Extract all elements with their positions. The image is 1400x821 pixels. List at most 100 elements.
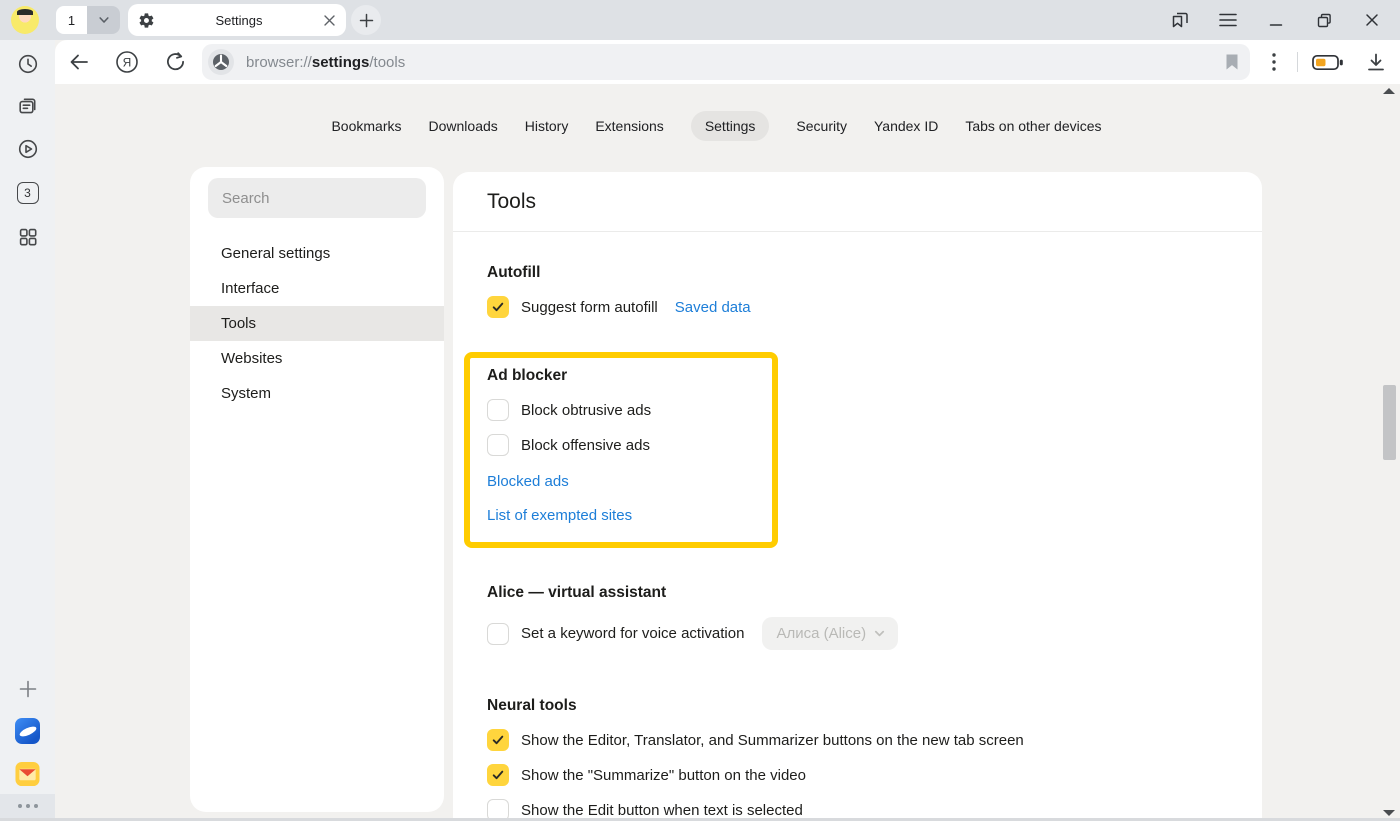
clock-icon <box>16 52 40 76</box>
block-offensive-label: Block offensive ads <box>521 437 650 454</box>
alice-heading: Alice — virtual assistant <box>487 583 1228 603</box>
profile-avatar[interactable] <box>11 6 39 34</box>
disk-app-icon <box>15 718 40 744</box>
neural-tools-heading: Neural tools <box>487 696 1228 716</box>
check-icon <box>490 732 506 748</box>
yandex-mail-app-button[interactable] <box>15 761 40 786</box>
maximize-button[interactable] <box>1300 0 1348 40</box>
navigation-toolbar: Я browser://settings/tools <box>55 40 1400 84</box>
svg-text:Я: Я <box>123 55 132 69</box>
menu-button[interactable] <box>1204 0 1252 40</box>
tabs-button[interactable]: 3 <box>15 180 40 205</box>
downloads-button[interactable] <box>1363 49 1389 75</box>
gear-icon <box>138 12 155 29</box>
plus-icon <box>17 678 39 700</box>
nav-tab-bookmarks[interactable]: Bookmarks <box>331 111 401 141</box>
video-button[interactable] <box>15 136 40 161</box>
nav-tab-downloads[interactable]: Downloads <box>429 111 498 141</box>
suggest-autofill-checkbox[interactable] <box>487 296 509 318</box>
download-icon <box>1366 52 1386 72</box>
url-text: browser://settings/tools <box>246 54 1224 71</box>
menu-item-tools[interactable]: Tools <box>190 306 444 341</box>
menu-item-websites[interactable]: Websites <box>190 341 444 376</box>
browser-tab[interactable]: Settings <box>128 4 346 36</box>
settings-menu-list: General settings Interface Tools Website… <box>190 236 444 411</box>
voice-keyword-label: Set a keyword for voice activation <box>521 625 744 642</box>
settings-menu-panel: General settings Interface Tools Website… <box>190 167 444 812</box>
feed-pages-icon <box>16 94 40 118</box>
yandex-search-button[interactable]: Я <box>115 50 139 74</box>
ad-blocker-heading: Ad blocker <box>487 366 756 386</box>
apps-grid-button[interactable] <box>15 224 40 249</box>
history-button[interactable] <box>15 51 40 76</box>
reload-button[interactable] <box>163 50 187 74</box>
scroll-down-arrow[interactable] <box>1383 810 1395 816</box>
add-panel-button[interactable] <box>15 676 40 701</box>
kebab-icon <box>1272 53 1276 71</box>
yandex-disk-app-button[interactable] <box>15 718 40 743</box>
back-arrow-icon <box>68 52 90 72</box>
browser-window: 1 Settings <box>0 0 1400 821</box>
nav-tab-yandex-id[interactable]: Yandex ID <box>874 111 938 141</box>
nav-tab-history[interactable]: History <box>525 111 569 141</box>
close-button[interactable] <box>1348 0 1396 40</box>
minimize-icon <box>1269 13 1283 27</box>
menu-item-system[interactable]: System <box>190 376 444 411</box>
plus-icon <box>359 13 374 28</box>
new-tab-button[interactable] <box>351 5 381 35</box>
blocked-ads-link[interactable]: Blocked ads <box>487 473 756 490</box>
tab-counter-button[interactable]: 1 <box>56 6 87 34</box>
nav-tab-extensions[interactable]: Extensions <box>595 111 663 141</box>
restore-icon <box>1317 13 1332 28</box>
settings-content-card: Tools Autofill Suggest form autofill Sav… <box>453 172 1262 821</box>
edit-button-label: Show the Edit button when text is select… <box>521 802 803 819</box>
nav-tab-other-devices[interactable]: Tabs on other devices <box>965 111 1101 141</box>
rail-more-button[interactable] <box>0 794 55 818</box>
editor-buttons-label: Show the Editor, Translator, and Summari… <box>521 732 1024 749</box>
editor-buttons-checkbox[interactable] <box>487 729 509 751</box>
keyword-dropdown[interactable]: Алиса (Alice) <box>762 617 898 650</box>
more-actions-button[interactable] <box>1262 50 1286 74</box>
yandex-ya-icon: Я <box>115 50 139 74</box>
nav-tab-settings[interactable]: Settings <box>691 111 770 141</box>
tab-close-icon[interactable] <box>323 14 336 27</box>
battery-saver-button[interactable] <box>1312 54 1343 71</box>
tab-counter-group: 1 <box>56 6 120 34</box>
scroll-up-arrow[interactable] <box>1383 88 1395 94</box>
check-icon <box>490 767 506 783</box>
saved-data-link[interactable]: Saved data <box>675 299 751 316</box>
summarize-button-checkbox[interactable] <box>487 764 509 786</box>
neural-editor-row: Show the Editor, Translator, and Summari… <box>487 729 1228 751</box>
address-bar[interactable]: browser://settings/tools <box>202 44 1250 80</box>
menu-item-general[interactable]: General settings <box>190 236 444 271</box>
search-input[interactable] <box>208 178 426 218</box>
neural-summarize-row: Show the "Summarize" button on the video <box>487 764 1228 786</box>
check-icon <box>490 299 506 315</box>
site-badge-icon[interactable] <box>208 49 234 75</box>
chevron-down-icon <box>873 627 886 640</box>
exempted-sites-link[interactable]: List of exempted sites <box>487 507 756 524</box>
window-controls <box>1156 0 1396 40</box>
mail-app-icon <box>15 761 40 787</box>
nav-tab-security[interactable]: Security <box>796 111 847 141</box>
block-obtrusive-row: Block obtrusive ads <box>487 399 756 421</box>
menu-item-interface[interactable]: Interface <box>190 271 444 306</box>
tab-list-chevron-button[interactable] <box>87 6 120 34</box>
suggest-autofill-row: Suggest form autofill Saved data <box>487 296 1228 318</box>
minimize-button[interactable] <box>1252 0 1300 40</box>
tab-title: Settings <box>155 13 323 28</box>
back-button[interactable] <box>67 50 91 74</box>
block-obtrusive-label: Block obtrusive ads <box>521 402 651 419</box>
settings-page: Bookmarks Downloads History Extensions S… <box>55 84 1400 821</box>
feed-button[interactable] <box>15 93 40 118</box>
block-offensive-row: Block offensive ads <box>487 434 756 456</box>
summarize-button-label: Show the "Summarize" button on the video <box>521 767 806 784</box>
keyword-dropdown-value: Алиса (Alice) <box>776 625 866 642</box>
bookmark-icon[interactable] <box>1224 53 1240 71</box>
side-panel-button[interactable] <box>1156 0 1204 40</box>
block-offensive-checkbox[interactable] <box>487 434 509 456</box>
voice-keyword-checkbox[interactable] <box>487 623 509 645</box>
battery-icon <box>1312 54 1343 71</box>
scrollbar-thumb[interactable] <box>1383 385 1396 460</box>
block-obtrusive-checkbox[interactable] <box>487 399 509 421</box>
